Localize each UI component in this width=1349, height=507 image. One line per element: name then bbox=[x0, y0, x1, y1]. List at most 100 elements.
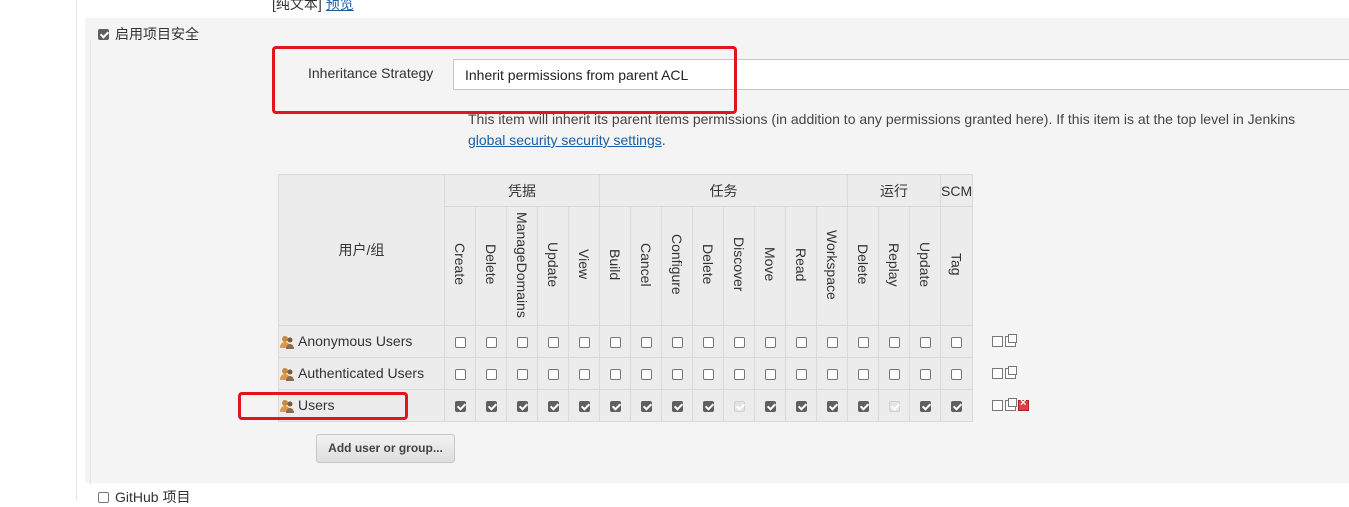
github-project[interactable]: GitHub 项目 bbox=[98, 487, 190, 507]
permission-checkbox[interactable] bbox=[951, 337, 963, 349]
permission-checkbox[interactable] bbox=[578, 369, 590, 381]
permission-name: Configure bbox=[669, 234, 685, 295]
toggle-all-icon[interactable] bbox=[992, 336, 1003, 347]
permission-header: Delete bbox=[847, 206, 879, 326]
permission-checkbox[interactable] bbox=[516, 401, 528, 413]
permission-checkbox[interactable] bbox=[795, 369, 807, 381]
permission-checkbox[interactable] bbox=[733, 337, 745, 349]
delete-icon[interactable] bbox=[1018, 397, 1029, 411]
permission-checkbox[interactable] bbox=[640, 337, 652, 349]
permission-name: Delete bbox=[483, 244, 499, 285]
permission-name: Update bbox=[545, 241, 561, 288]
permission-checkbox[interactable] bbox=[485, 337, 497, 349]
permission-checkbox[interactable] bbox=[454, 337, 466, 349]
permission-cell bbox=[816, 325, 848, 358]
permission-checkbox[interactable] bbox=[671, 369, 683, 381]
permission-group-header-row: 用户/组 凭据 任务 运行 SCM bbox=[278, 174, 974, 326]
permission-checkbox[interactable] bbox=[826, 369, 838, 381]
permission-checkbox[interactable] bbox=[640, 369, 652, 381]
permission-cell bbox=[909, 357, 941, 390]
permission-name: Replay bbox=[886, 242, 902, 287]
permission-checkbox[interactable] bbox=[547, 337, 559, 349]
permission-checkbox[interactable] bbox=[857, 401, 869, 413]
permission-cell bbox=[939, 389, 974, 422]
permission-cell bbox=[444, 389, 476, 422]
enable-security-label: 启用项目安全 bbox=[115, 26, 199, 42]
permission-cell bbox=[475, 325, 507, 358]
permission-header: ManageDomains bbox=[506, 206, 538, 326]
permission-checkbox[interactable] bbox=[795, 401, 807, 413]
permission-checkbox[interactable] bbox=[951, 369, 963, 381]
permission-group-header: 运行 bbox=[847, 174, 941, 207]
permission-checkbox[interactable] bbox=[795, 337, 807, 349]
permission-checkbox[interactable] bbox=[888, 369, 900, 381]
user-name: Authenticated Users bbox=[298, 364, 425, 381]
permission-checkbox[interactable] bbox=[640, 401, 652, 413]
permission-checkbox[interactable] bbox=[609, 337, 621, 349]
permission-checkbox[interactable] bbox=[671, 337, 683, 349]
toggle-all-icon[interactable] bbox=[992, 368, 1003, 379]
top-snippet: [纯文本] 预览 bbox=[272, 0, 354, 14]
permission-cell bbox=[568, 357, 600, 390]
permission-checkbox[interactable] bbox=[919, 401, 931, 413]
permission-cell bbox=[785, 389, 817, 422]
permission-checkbox[interactable] bbox=[485, 401, 497, 413]
copy-icon[interactable] bbox=[1005, 366, 1017, 379]
permission-checkbox[interactable] bbox=[516, 337, 528, 349]
permission-checkbox[interactable] bbox=[485, 369, 497, 381]
permission-checkbox[interactable] bbox=[733, 369, 745, 381]
permission-checkbox[interactable] bbox=[547, 401, 559, 413]
toggle-all-icon[interactable] bbox=[992, 400, 1003, 411]
permission-checkbox[interactable] bbox=[764, 369, 776, 381]
permission-checkbox[interactable] bbox=[764, 337, 776, 349]
permission-checkbox[interactable] bbox=[919, 337, 931, 349]
permission-cell bbox=[630, 357, 662, 390]
inheritance-strategy-select[interactable]: Inherit permissions from parent ACL bbox=[453, 59, 1349, 90]
permission-checkbox[interactable] bbox=[454, 401, 466, 413]
permission-cell bbox=[506, 325, 538, 358]
copy-icon[interactable] bbox=[1005, 398, 1017, 411]
help-text-end: . bbox=[661, 132, 666, 148]
permission-checkbox[interactable] bbox=[857, 369, 869, 381]
permission-checkbox[interactable] bbox=[702, 369, 714, 381]
permission-checkbox[interactable] bbox=[951, 401, 963, 413]
permission-checkbox[interactable] bbox=[454, 369, 466, 381]
permission-cell bbox=[816, 357, 848, 390]
inheritance-help-text: This item will inherit its parent items … bbox=[468, 109, 1348, 151]
permission-checkbox[interactable] bbox=[516, 369, 528, 381]
permission-group-header: 任务 bbox=[599, 174, 848, 207]
permission-name: Create bbox=[452, 243, 468, 286]
permission-checkbox[interactable] bbox=[702, 401, 714, 413]
permission-checkbox[interactable] bbox=[547, 369, 559, 381]
permission-cell bbox=[630, 325, 662, 358]
permission-cell bbox=[754, 389, 786, 422]
permission-cell bbox=[475, 389, 507, 422]
preview-link[interactable]: 预览 bbox=[326, 0, 354, 12]
permission-cell bbox=[878, 389, 910, 422]
permission-header: Tag bbox=[939, 206, 974, 326]
copy-icon[interactable] bbox=[1005, 334, 1017, 347]
help-text-body: This item will inherit its parent items … bbox=[468, 111, 1296, 127]
permission-name: Delete bbox=[700, 244, 716, 285]
permission-checkbox[interactable] bbox=[857, 337, 869, 349]
global-security-link[interactable]: global security security settings bbox=[468, 132, 662, 148]
permission-checkbox[interactable] bbox=[609, 369, 621, 381]
permission-checkbox[interactable] bbox=[919, 369, 931, 381]
permission-header: Update bbox=[537, 206, 569, 326]
permission-checkbox[interactable] bbox=[826, 401, 838, 413]
permission-checkbox[interactable] bbox=[609, 401, 621, 413]
permission-header: Build bbox=[599, 206, 631, 326]
add-user-or-group-button[interactable]: Add user or group... bbox=[316, 434, 455, 463]
permission-checkbox[interactable] bbox=[826, 337, 838, 349]
permission-checkbox[interactable] bbox=[702, 337, 714, 349]
permission-checkbox[interactable] bbox=[578, 337, 590, 349]
permission-checkbox[interactable] bbox=[671, 401, 683, 413]
permission-cell bbox=[444, 325, 476, 358]
permission-checkbox[interactable] bbox=[888, 337, 900, 349]
enable-project-security[interactable]: 启用项目安全 bbox=[98, 24, 199, 44]
permission-checkbox[interactable] bbox=[764, 401, 776, 413]
permission-checkbox[interactable] bbox=[578, 401, 590, 413]
permission-cell bbox=[661, 357, 693, 390]
enable-security-checkbox[interactable] bbox=[98, 28, 109, 40]
github-project-checkbox[interactable] bbox=[98, 491, 109, 503]
